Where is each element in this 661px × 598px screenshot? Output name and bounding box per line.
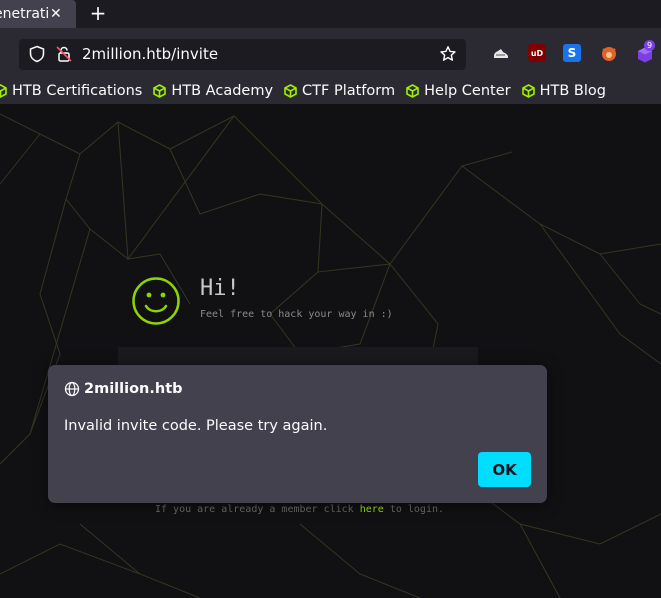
shoe-icon[interactable]: [492, 44, 510, 62]
globe-icon: [64, 381, 80, 397]
bookmark-ctf-platform[interactable]: CTF Platform: [284, 83, 395, 99]
ublock-icon[interactable]: uD: [528, 44, 546, 62]
bookmark-label: HTB Academy: [171, 83, 274, 99]
bookmark-label: HTB Blog: [539, 83, 606, 99]
htb-cube-icon: [0, 84, 7, 98]
htb-cube-icon: [153, 84, 167, 98]
tab-strip: enetratio ✕ +: [0, 0, 661, 28]
bookmarks-toolbar: HTB Certifications HTB Academy CTF Platf…: [0, 78, 661, 104]
page-content: Hi! Feel free to hack your way in :) If …: [0, 104, 661, 598]
smiley-icon: [132, 277, 180, 325]
url-bar[interactable]: 2million.htb/invite: [19, 39, 466, 70]
dialog-origin: 2million.htb: [64, 381, 183, 397]
star-icon[interactable]: [439, 45, 457, 63]
fox-icon[interactable]: [600, 44, 618, 62]
new-tab-plus-icon[interactable]: +: [88, 3, 108, 23]
dialog-message: Invalid invite code. Please try again.: [64, 418, 328, 434]
page-greeting: Hi!: [200, 276, 240, 301]
navigation-toolbar: 2million.htb/invite uD S 9: [0, 28, 661, 78]
tab-active[interactable]: enetratio ✕: [0, 0, 76, 28]
bookmark-help-center[interactable]: Help Center: [406, 83, 511, 99]
page-tagline: Feel free to hack your way in :): [200, 309, 393, 320]
htb-cube-icon: [521, 84, 535, 98]
tab-title: enetratio: [0, 6, 48, 22]
bookmark-label: HTB Certifications: [12, 83, 143, 99]
url-text[interactable]: 2million.htb/invite: [82, 45, 218, 63]
bookmark-label: Help Center: [424, 83, 511, 99]
login-prompt: If you are already a member click here t…: [155, 504, 444, 515]
login-prefix: If you are already a member click: [155, 504, 360, 515]
bookmark-htb-academy[interactable]: HTB Academy: [153, 83, 273, 99]
dialog-origin-text: 2million.htb: [84, 381, 183, 397]
alert-dialog: 2million.htb Invalid invite code. Please…: [48, 365, 547, 503]
login-link[interactable]: here: [360, 504, 384, 515]
purple-cube-extension[interactable]: 9: [636, 40, 656, 64]
ok-button[interactable]: OK: [478, 452, 531, 487]
broken-lock-icon[interactable]: [55, 45, 73, 63]
bookmark-label: CTF Platform: [302, 83, 396, 99]
bookmark-htb-blog[interactable]: HTB Blog: [521, 83, 606, 99]
s-icon[interactable]: S: [563, 44, 581, 62]
extension-badge: 9: [644, 40, 656, 51]
htb-cube-icon: [284, 84, 297, 98]
close-icon[interactable]: ✕: [50, 7, 62, 21]
bookmark-htb-certifications[interactable]: HTB Certifications: [0, 83, 142, 99]
login-suffix: to login.: [383, 504, 445, 515]
htb-cube-icon: [406, 84, 419, 98]
shield-icon[interactable]: [28, 45, 46, 63]
